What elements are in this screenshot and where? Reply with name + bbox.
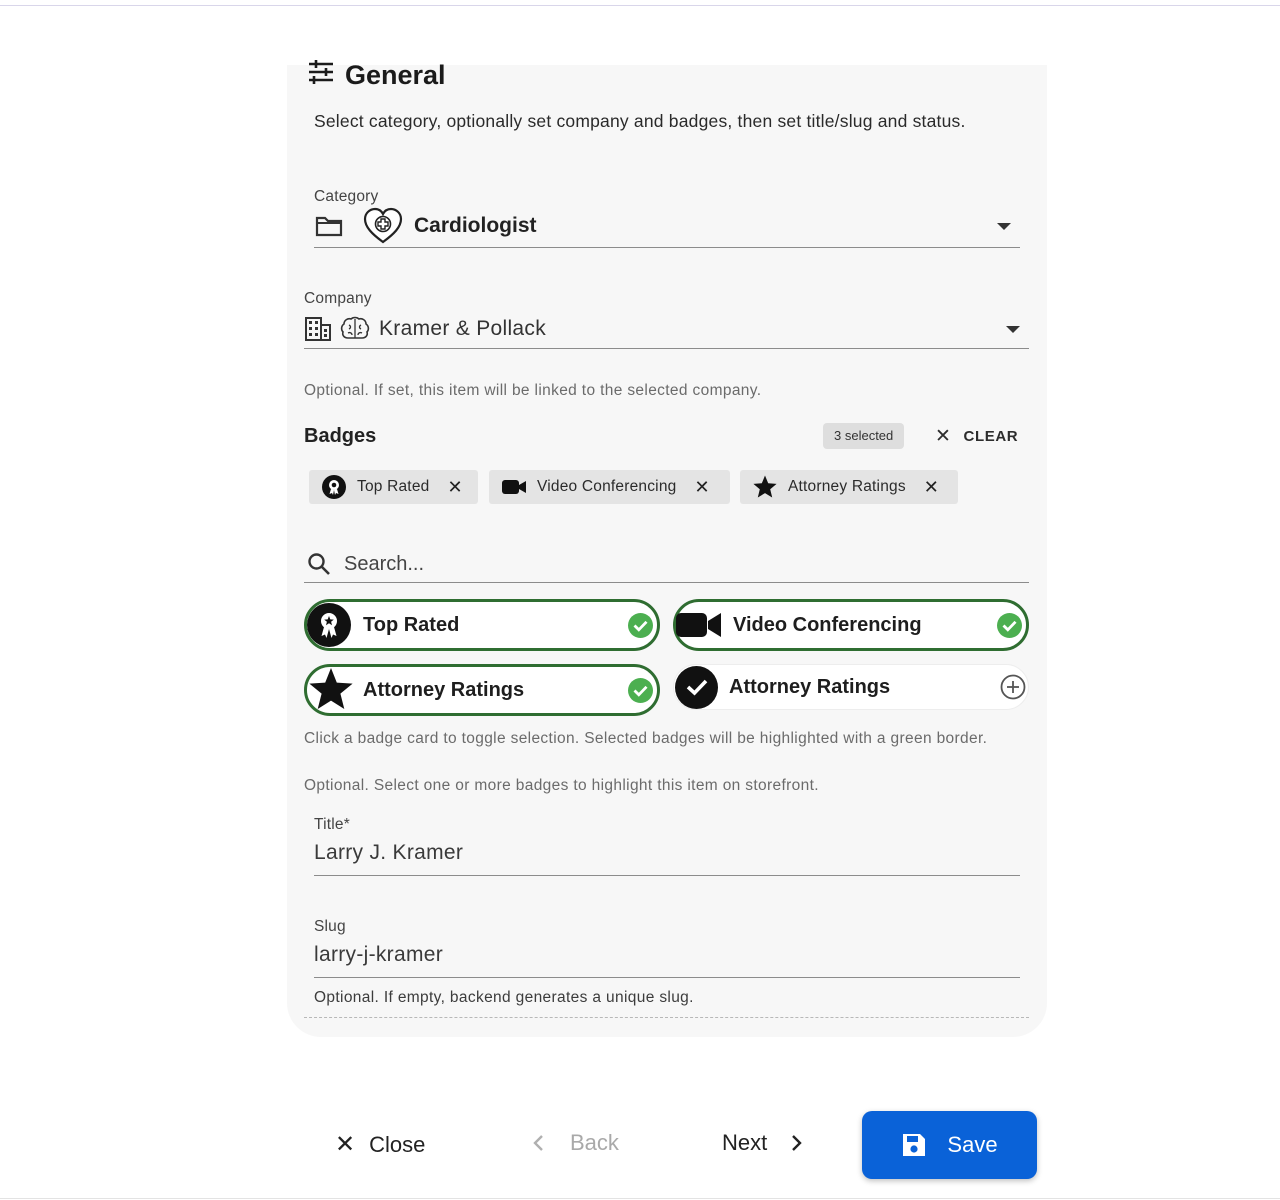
dashed-divider <box>304 1017 1029 1018</box>
video-camera-icon <box>676 611 722 639</box>
top-border <box>0 5 1280 6</box>
folder-icon <box>314 214 344 238</box>
company-underline <box>304 348 1029 349</box>
company-select[interactable]: Kramer & Pollack <box>304 311 1029 347</box>
video-camera-icon <box>501 478 527 496</box>
section-description: Select category, optionally set company … <box>314 111 966 131</box>
title-underline <box>314 875 1020 876</box>
remove-chip-icon[interactable]: ✕ <box>924 477 939 498</box>
star-icon <box>752 474 778 500</box>
category-underline <box>314 247 1020 248</box>
badge-card-attorney-ratings-unselected[interactable]: Attorney Ratings <box>673 664 1029 710</box>
company-helper: Optional. If set, this item will be link… <box>304 382 762 399</box>
company-value: Kramer & Pollack <box>379 317 547 340</box>
back-button[interactable]: Back <box>532 1130 619 1156</box>
back-label: Back <box>570 1130 619 1155</box>
badge-card-top-rated[interactable]: Top Rated <box>304 599 660 651</box>
check-circle-icon <box>627 677 654 704</box>
next-label: Next <box>722 1130 768 1155</box>
tune-icon <box>307 59 335 92</box>
search-underline <box>304 582 1029 583</box>
category-label: Category <box>314 188 379 205</box>
badges-helper-toggle: Click a badge card to toggle selection. … <box>304 730 988 747</box>
category-value: Cardiologist <box>414 214 537 237</box>
chip-label: Attorney Ratings <box>788 478 906 495</box>
general-panel: General Select category, optionally set … <box>287 60 1047 1037</box>
search-icon <box>307 552 331 576</box>
close-icon: ✕ <box>935 426 952 447</box>
clear-badges-button[interactable]: ✕ CLEAR <box>935 425 1018 448</box>
title-label: Title* <box>314 816 350 833</box>
slug-underline <box>314 977 1020 978</box>
close-icon: ✕ <box>335 1131 356 1158</box>
search-input[interactable]: Search... <box>344 553 424 576</box>
badges-title: Badges <box>304 425 377 447</box>
add-circle-icon <box>1000 674 1026 700</box>
remove-chip-icon[interactable]: ✕ <box>447 477 462 498</box>
badges-helper-optional: Optional. Select one or more badges to h… <box>304 777 819 794</box>
award-icon <box>321 474 347 500</box>
badge-card-attorney-ratings[interactable]: Attorney Ratings <box>304 664 660 716</box>
star-icon <box>307 667 355 713</box>
badge-card-label: Video Conferencing <box>733 613 922 636</box>
save-label: Save <box>947 1132 998 1157</box>
slug-input[interactable]: larry-j-kramer <box>314 943 1020 977</box>
section-header: General <box>307 59 446 92</box>
badge-chip-top-rated: Top Rated ✕ <box>309 470 478 504</box>
check-circle-icon <box>996 612 1023 639</box>
badge-card-label: Top Rated <box>363 613 460 636</box>
title-input[interactable]: Larry J. Kramer <box>314 841 1020 875</box>
slug-label: Slug <box>314 918 346 935</box>
brain-icon <box>340 316 370 342</box>
bottom-border <box>0 1198 1280 1199</box>
section-title: General <box>345 60 446 90</box>
badge-chip-video-conferencing: Video Conferencing ✕ <box>489 470 730 504</box>
building-icon <box>304 316 332 342</box>
badge-chip-attorney-ratings: Attorney Ratings ✕ <box>740 470 958 504</box>
chevron-down-icon <box>997 222 1011 230</box>
company-label: Company <box>304 290 372 307</box>
chevron-down-icon <box>1006 325 1020 333</box>
clear-label: CLEAR <box>963 428 1019 445</box>
chevron-right-icon <box>789 1134 803 1152</box>
check-circle-icon <box>627 612 654 639</box>
chevron-left-icon <box>532 1134 546 1152</box>
selected-count-badge: 3 selected <box>823 423 905 449</box>
save-button[interactable]: Save <box>862 1111 1037 1179</box>
badge-search-field[interactable]: Search... <box>304 547 1029 581</box>
badge-card-label: Attorney Ratings <box>729 675 891 698</box>
award-icon <box>307 603 351 647</box>
badge-card-video-conferencing[interactable]: Video Conferencing <box>673 599 1029 651</box>
slug-helper: Optional. If empty, backend generates a … <box>314 989 694 1006</box>
heart-plus-icon <box>362 206 404 246</box>
remove-chip-icon[interactable]: ✕ <box>694 477 709 498</box>
check-circle-icon <box>675 665 718 709</box>
badge-card-label: Attorney Ratings <box>363 678 525 701</box>
next-button[interactable]: Next <box>722 1130 803 1156</box>
save-icon <box>901 1132 927 1158</box>
close-button[interactable]: ✕ Close <box>335 1130 425 1159</box>
close-label: Close <box>369 1131 426 1157</box>
chip-label: Top Rated <box>357 478 430 495</box>
chip-label: Video Conferencing <box>537 478 677 495</box>
category-select[interactable]: Cardiologist <box>314 205 1020 247</box>
